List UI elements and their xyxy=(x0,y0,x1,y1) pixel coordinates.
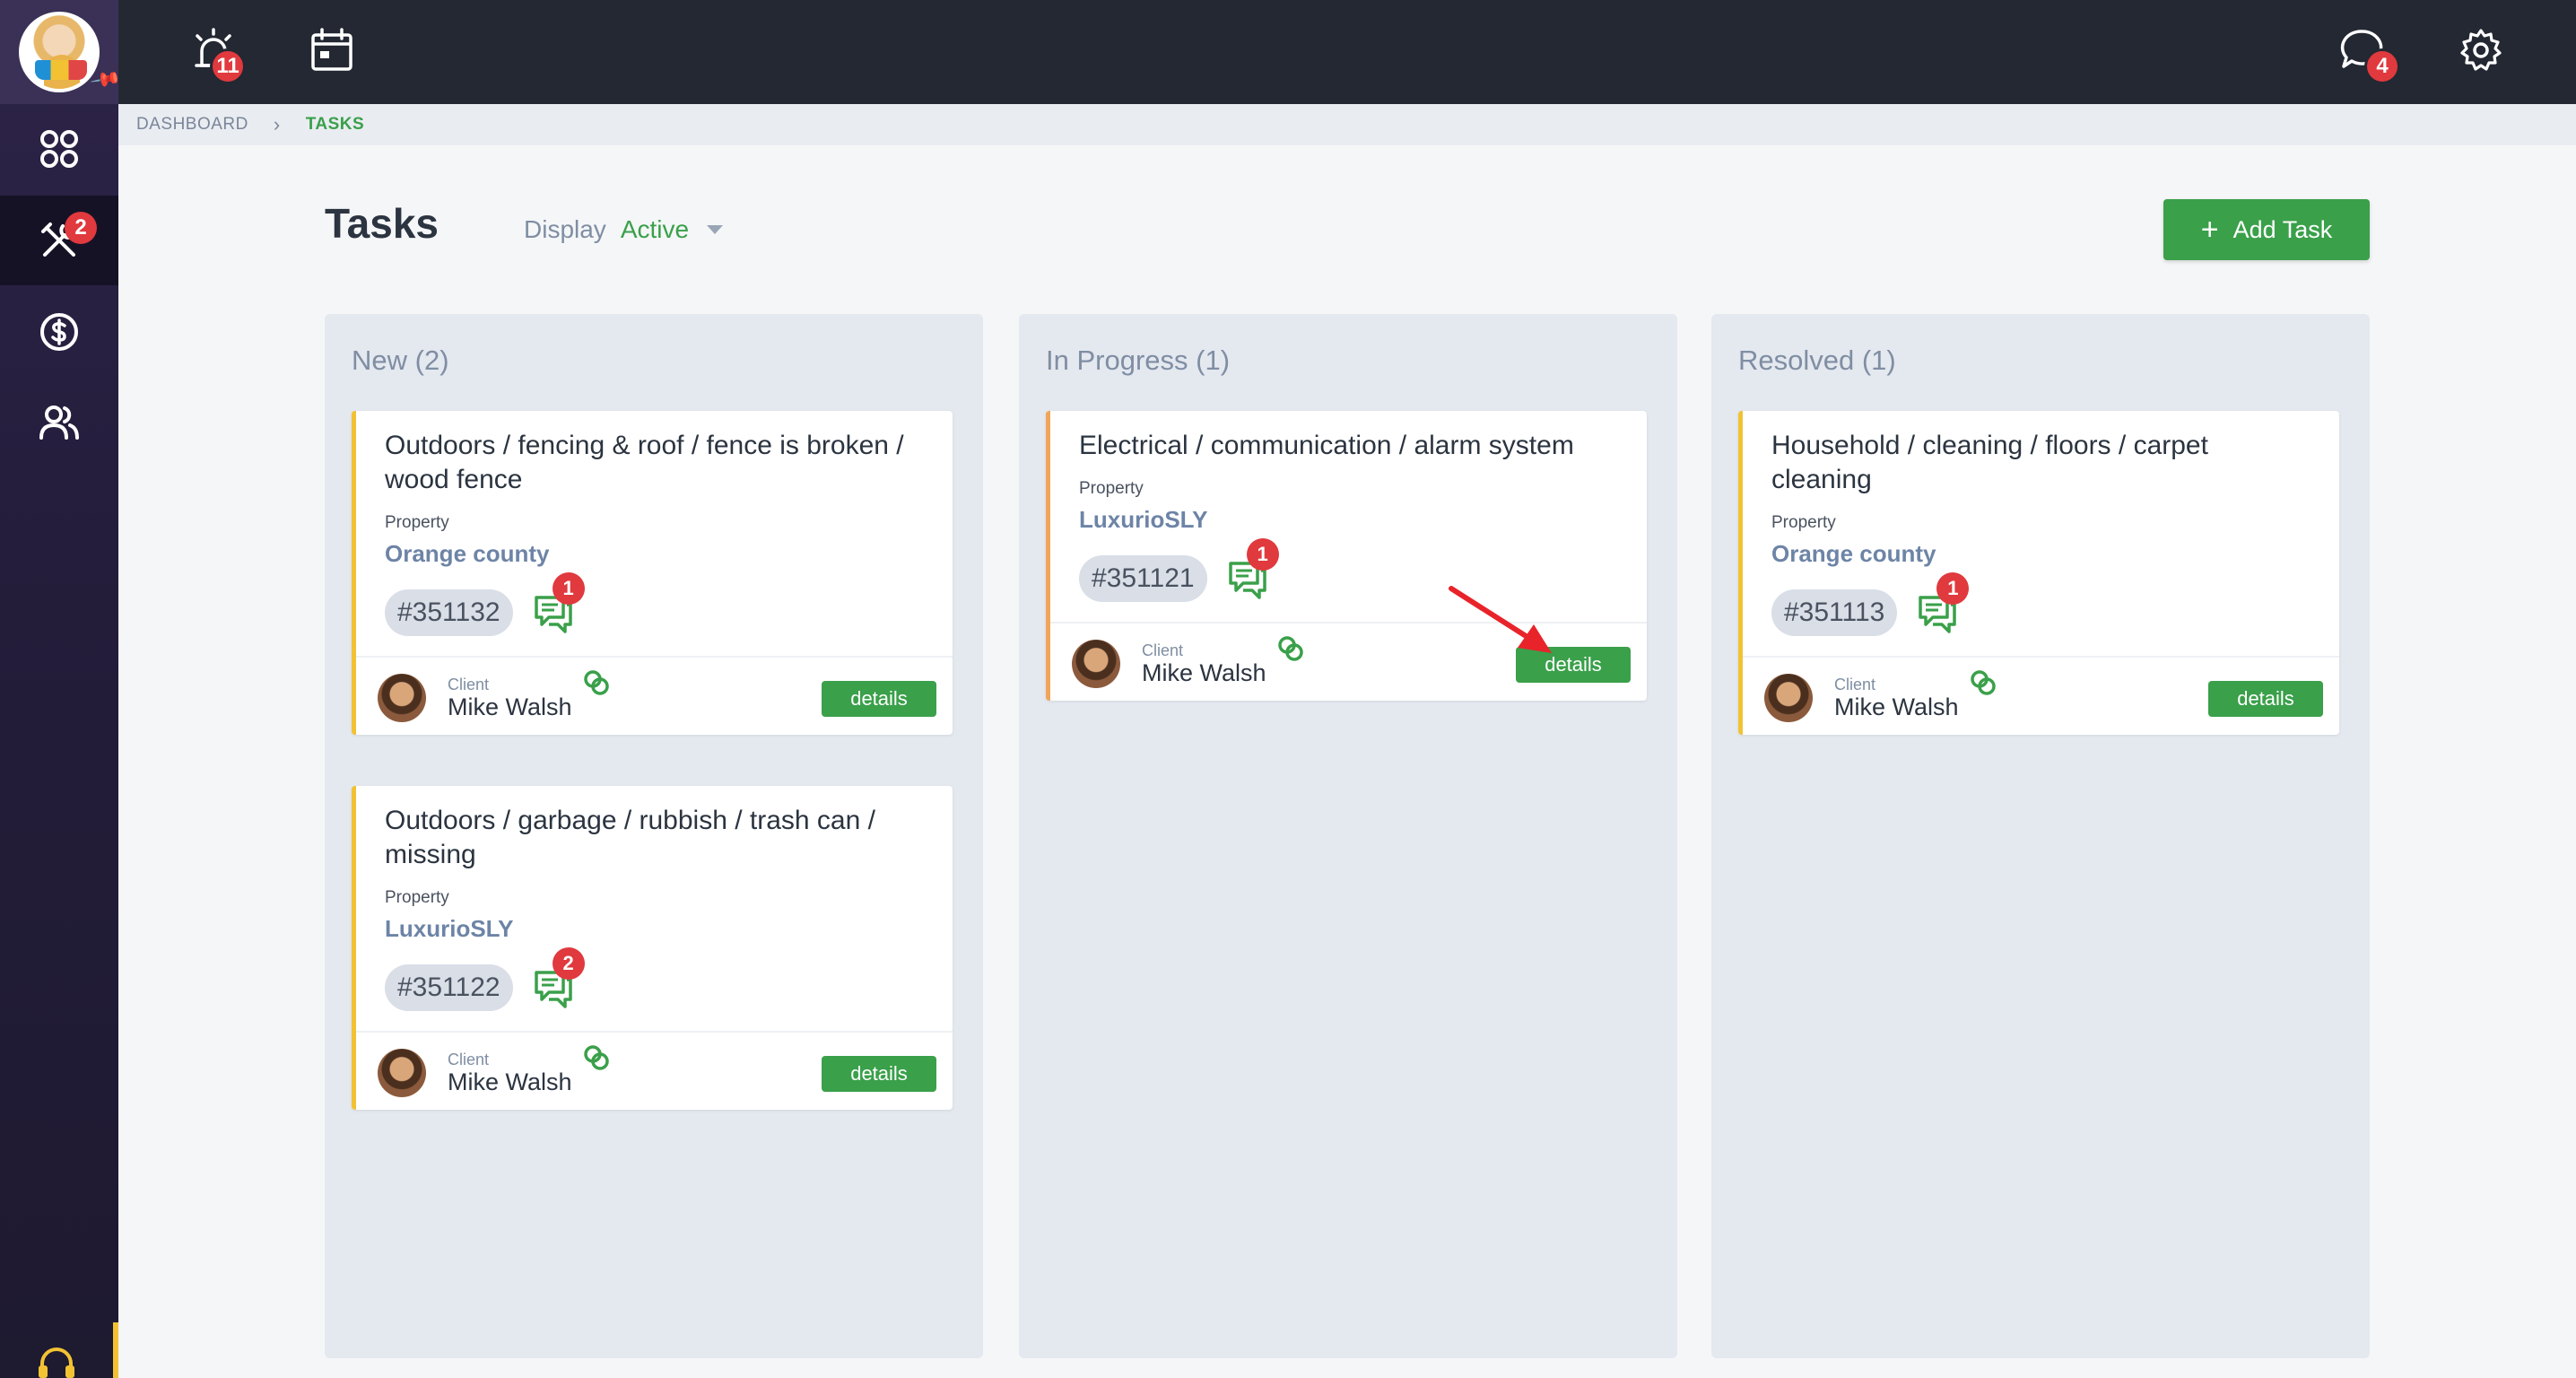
alarm-badge: 11 xyxy=(210,48,246,84)
link-icon xyxy=(584,670,609,695)
avatar-basket xyxy=(35,60,87,80)
sidebar: 📌 2 xyxy=(0,0,122,1378)
column-title: New (2) xyxy=(352,344,449,376)
display-value[interactable]: Active xyxy=(621,215,689,244)
top-bar: 11 4 xyxy=(118,0,2576,104)
settings-button[interactable] xyxy=(2452,22,2510,79)
task-card[interactable]: Electrical / communication / alarm syste… xyxy=(1046,411,1647,701)
client-avatar xyxy=(378,1049,426,1097)
breadcrumb-tasks: TASKS xyxy=(305,115,365,134)
details-button[interactable]: details xyxy=(822,681,936,717)
user-avatar-area[interactable]: 📌 xyxy=(0,0,122,104)
client-label: Client xyxy=(448,676,490,693)
task-id-badge: #351132 xyxy=(385,589,513,636)
column-in-progress: In Progress (1) Electrical / communicati… xyxy=(1019,314,1677,1358)
link-icon xyxy=(584,1045,609,1070)
client-label: Client xyxy=(1834,676,1876,693)
property-link[interactable]: LuxurioSLY xyxy=(385,915,927,943)
link-icon xyxy=(1278,636,1303,661)
client-name: Mike Walsh xyxy=(448,1068,572,1095)
plus-icon: + xyxy=(2200,212,2219,247)
client-avatar xyxy=(1764,674,1813,722)
display-label: Display xyxy=(524,215,606,243)
comments-badge: 2 xyxy=(552,947,585,980)
property-link[interactable]: Orange county xyxy=(385,540,927,568)
users-icon xyxy=(39,406,79,440)
add-task-button[interactable]: + Add Task xyxy=(2163,199,2370,260)
user-avatar[interactable] xyxy=(19,12,100,92)
task-title: Electrical / communication / alarm syste… xyxy=(1079,431,1574,460)
headset-icon xyxy=(39,1347,74,1378)
client-label: Client xyxy=(448,1051,490,1068)
column-title: In Progress (1) xyxy=(1046,344,1231,376)
display-filter[interactable]: Display Active xyxy=(524,215,724,244)
tasks-badge: 2 xyxy=(65,212,97,244)
client-label: Client xyxy=(1142,641,1184,659)
dashboard-icon xyxy=(40,130,78,168)
support-button[interactable] xyxy=(0,1322,118,1378)
messages-badge: 4 xyxy=(2364,48,2400,84)
task-card[interactable]: Household / cleaning / floors / carpet c… xyxy=(1738,411,2339,735)
sidebar-item-users[interactable] xyxy=(0,377,118,467)
property-link[interactable]: Orange county xyxy=(1771,540,2314,568)
annotation-arrow-icon xyxy=(1449,586,1552,653)
task-comments-button[interactable]: 2 xyxy=(533,947,585,1008)
client-avatar xyxy=(378,674,426,722)
client-avatar xyxy=(1072,640,1120,688)
task-title: Outdoors / fencing & roof / fence is bro… xyxy=(385,431,904,494)
link-icon xyxy=(1971,670,1996,695)
details-button[interactable]: details xyxy=(2208,681,2323,717)
comments-badge: 1 xyxy=(1936,572,1970,605)
details-button[interactable]: details xyxy=(822,1056,936,1092)
task-card[interactable]: Outdoors / garbage / rubbish / trash can… xyxy=(352,786,953,1110)
dollar-icon xyxy=(40,313,78,351)
page-title: Tasks xyxy=(325,200,439,247)
property-label: Property xyxy=(1771,513,1836,532)
column-resolved: Resolved (1) Household / cleaning / floo… xyxy=(1711,314,2370,1358)
sidebar-item-dashboard[interactable] xyxy=(0,104,118,194)
breadcrumb: DASHBOARD › TASKS xyxy=(118,104,2576,145)
comments-badge: 1 xyxy=(1246,538,1279,571)
sidebar-item-payments[interactable] xyxy=(0,287,118,377)
column-new: New (2) Outdoors / fencing & roof / fenc… xyxy=(325,314,983,1358)
client-name: Mike Walsh xyxy=(1834,693,1959,720)
property-label: Property xyxy=(385,513,449,532)
property-link[interactable]: LuxurioSLY xyxy=(1079,506,1622,534)
task-comments-button[interactable]: 1 xyxy=(1227,538,1279,599)
gear-icon xyxy=(2460,29,2502,71)
column-title: Resolved (1) xyxy=(1738,344,1896,376)
property-label: Property xyxy=(385,888,449,907)
sidebar-item-tasks[interactable]: 2 xyxy=(0,196,118,285)
task-title: Household / cleaning / floors / carpet c… xyxy=(1771,431,2208,494)
calendar-icon xyxy=(311,28,352,71)
add-task-label: Add Task xyxy=(2232,215,2333,243)
task-comments-button[interactable]: 1 xyxy=(1917,572,1970,633)
chevron-down-icon[interactable] xyxy=(707,225,724,234)
task-id-badge: #351113 xyxy=(1771,589,1898,636)
client-name: Mike Walsh xyxy=(1142,659,1266,686)
task-id-badge: #351121 xyxy=(1079,555,1207,602)
client-name: Mike Walsh xyxy=(448,693,572,720)
task-card[interactable]: Outdoors / fencing & roof / fence is bro… xyxy=(352,411,953,735)
task-id-badge: #351122 xyxy=(385,964,513,1011)
calendar-button[interactable] xyxy=(303,22,361,79)
comments-badge: 1 xyxy=(552,572,585,605)
property-label: Property xyxy=(1079,479,1144,498)
chevron-right-icon: › xyxy=(273,113,281,135)
task-comments-button[interactable]: 1 xyxy=(533,572,585,633)
breadcrumb-dashboard[interactable]: DASHBOARD xyxy=(136,115,248,135)
task-title: Outdoors / garbage / rubbish / trash can… xyxy=(385,806,875,869)
